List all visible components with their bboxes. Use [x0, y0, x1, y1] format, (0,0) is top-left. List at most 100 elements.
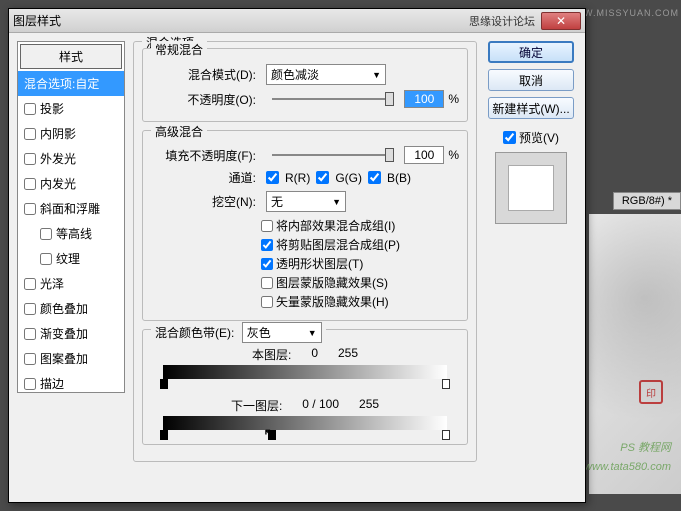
blend-if-value: 灰色 [247, 324, 271, 341]
style-checkbox[interactable] [40, 228, 52, 240]
channel-b-label: B(B) [387, 171, 411, 185]
blend-if-group: 混合颜色带(E): 灰色 ▼ 本图层: 0 255 [142, 329, 468, 445]
ok-button[interactable]: 确定 [488, 41, 574, 63]
style-item[interactable]: 颜色叠加 [18, 296, 124, 321]
style-checkbox[interactable] [24, 128, 36, 140]
opacity-label: 不透明度(O): [151, 91, 256, 108]
style-item[interactable]: 纹理 [18, 246, 124, 271]
advanced-option-label: 透明形状图层(T) [276, 255, 363, 272]
this-layer-label: 本图层: [252, 346, 291, 363]
preview-checkbox[interactable] [503, 131, 516, 144]
style-checkbox[interactable] [24, 378, 36, 390]
style-item[interactable]: 内发光 [18, 171, 124, 196]
style-item-label: 内阴影 [40, 125, 76, 142]
advanced-option-label: 图层蒙版隐藏效果(S) [276, 274, 388, 291]
grad-stop-split[interactable] [268, 430, 276, 440]
pct-label: % [448, 92, 459, 106]
grad-stop-black[interactable] [160, 430, 168, 440]
style-item[interactable]: 投影 [18, 96, 124, 121]
style-item-label: 斜面和浮雕 [40, 200, 100, 217]
close-icon: ✕ [556, 14, 566, 28]
new-style-button[interactable]: 新建样式(W)... [488, 97, 574, 119]
cancel-button[interactable]: 取消 [488, 69, 574, 91]
style-checkbox[interactable] [24, 153, 36, 165]
opacity-input[interactable]: 100 [404, 90, 444, 108]
blend-if-title: 混合颜色带(E): 灰色 ▼ [151, 322, 326, 343]
blend-options-group: 混合选项 常规混合 混合模式(D): 颜色减淡 ▼ 不透明度(O): 100 [133, 41, 477, 462]
style-item-label: 内发光 [40, 175, 76, 192]
style-item[interactable]: 光泽 [18, 271, 124, 296]
advanced-option-row: 将内部效果混合成组(I) [151, 217, 459, 234]
style-item[interactable]: 内阴影 [18, 121, 124, 146]
style-checkbox[interactable] [24, 103, 36, 115]
this-hi: 255 [338, 346, 358, 363]
blend-if-select[interactable]: 灰色 ▼ [242, 322, 322, 343]
style-checkbox[interactable] [24, 178, 36, 190]
style-item-label: 渐变叠加 [40, 325, 88, 342]
style-checkbox[interactable] [24, 328, 36, 340]
style-list: 样式 混合选项:自定投影内阴影外发光内发光斜面和浮雕等高线纹理光泽颜色叠加渐变叠… [17, 41, 125, 393]
close-button[interactable]: ✕ [541, 12, 581, 30]
style-item-label: 描边 [40, 375, 64, 392]
knockout-select[interactable]: 无 ▼ [266, 191, 346, 212]
advanced-option-checkbox[interactable] [261, 258, 273, 270]
advanced-option-checkbox[interactable] [261, 296, 273, 308]
chevron-down-icon: ▼ [308, 328, 317, 338]
style-item[interactable]: 外发光 [18, 146, 124, 171]
preview-checkbox-row[interactable]: 预览(V) [503, 129, 559, 146]
watermark-line2: www.tata580.com [584, 461, 671, 473]
advanced-blend-group: 高级混合 填充不透明度(F): 100 % 通道: R(R) G(G) B(B) [142, 130, 468, 321]
advanced-option-checkbox[interactable] [261, 277, 273, 289]
stamp-icon: 印 [639, 380, 663, 404]
advanced-option-checkbox[interactable] [261, 220, 273, 232]
grad-stop-white[interactable] [442, 379, 450, 389]
knockout-label: 挖空(N): [151, 193, 256, 210]
opacity-slider[interactable] [272, 98, 394, 100]
style-item[interactable]: 斜面和浮雕 [18, 196, 124, 221]
style-checkbox[interactable] [40, 253, 52, 265]
under-layer-gradient[interactable] [163, 416, 447, 430]
style-item[interactable]: 渐变叠加 [18, 321, 124, 346]
style-item-label: 外发光 [40, 150, 76, 167]
blend-mode-select[interactable]: 颜色减淡 ▼ [266, 64, 386, 85]
style-checkbox[interactable] [24, 353, 36, 365]
style-list-header: 样式 [20, 44, 122, 69]
channel-r-checkbox[interactable] [266, 171, 279, 184]
style-item[interactable]: 混合选项:自定 [18, 71, 124, 96]
advanced-blend-title: 高级混合 [151, 123, 207, 140]
preview-swatch [508, 165, 554, 211]
style-item-label: 投影 [40, 100, 64, 117]
style-item[interactable]: 等高线 [18, 221, 124, 246]
channels-label: 通道: [151, 169, 256, 186]
advanced-option-label: 将内部效果混合成组(I) [276, 217, 395, 234]
advanced-option-checkbox[interactable] [261, 239, 273, 251]
chevron-down-icon: ▼ [372, 70, 381, 80]
style-checkbox[interactable] [24, 278, 36, 290]
grad-stop-black[interactable] [160, 379, 168, 389]
style-item[interactable]: 描边 [18, 371, 124, 396]
channel-g-checkbox[interactable] [316, 171, 329, 184]
fill-opacity-input[interactable]: 100 [404, 146, 444, 164]
document-tab[interactable]: RGB/8#) * [613, 192, 681, 210]
this-layer-gradient[interactable] [163, 365, 447, 379]
under-lo: 0 [302, 397, 309, 411]
under-hi: 255 [359, 397, 379, 414]
fill-opacity-slider[interactable] [272, 154, 394, 156]
style-checkbox[interactable] [24, 203, 36, 215]
advanced-option-row: 透明形状图层(T) [151, 255, 459, 272]
knockout-value: 无 [271, 193, 283, 210]
channel-b-checkbox[interactable] [368, 171, 381, 184]
style-item-label: 等高线 [56, 225, 92, 242]
blend-mode-label: 混合模式(D): [151, 66, 256, 83]
style-item-label: 颜色叠加 [40, 300, 88, 317]
style-checkbox[interactable] [24, 303, 36, 315]
advanced-option-row: 将剪贴图层混合成组(P) [151, 236, 459, 253]
watermark-line1: PS 教程网 [620, 439, 671, 455]
pct-label: % [448, 148, 459, 162]
under-layer-label: 下一图层: [231, 397, 282, 414]
style-item-label: 光泽 [40, 275, 64, 292]
style-item[interactable]: 图案叠加 [18, 346, 124, 371]
grad-stop-white[interactable] [442, 430, 450, 440]
titlebar[interactable]: 图层样式 思缘设计论坛 ✕ [9, 9, 585, 33]
advanced-option-row: 矢量蒙版隐藏效果(H) [151, 293, 459, 310]
